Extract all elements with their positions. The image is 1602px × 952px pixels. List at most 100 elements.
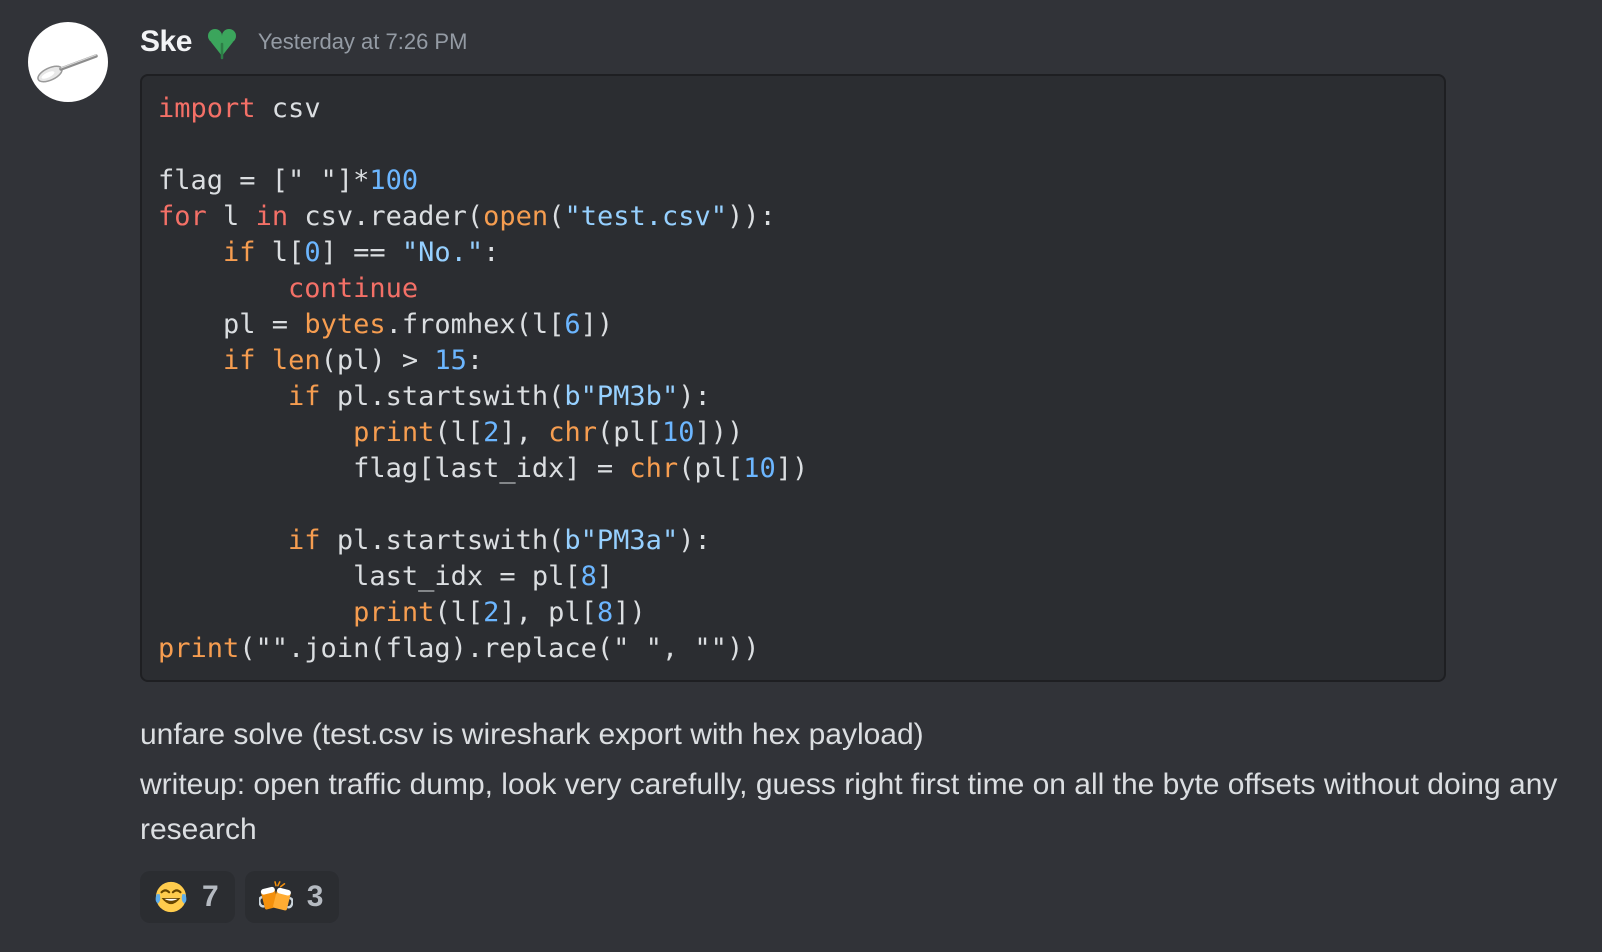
code-block: import csv flag = [" "]*100 for l in csv… [140,74,1446,682]
code-token: ("".join(flag).replace(" ", "")) [239,633,760,664]
message-text: writeup: open traffic dump, look very ca… [140,768,1558,846]
code-token: 10 [743,453,776,484]
code-token: ]) [775,453,809,484]
code-token: )): [727,201,776,232]
code-token: "test.csv" [564,201,728,232]
code-token: bytes [304,309,386,340]
code-token: "No." [401,237,484,268]
code-token: print [158,633,240,664]
code-line: print("".join(flag).replace(" ", "")) [158,633,759,664]
code-token: ): [678,525,711,556]
code-token: 2 [483,417,500,448]
code-token: ]) [613,597,646,628]
code-token: ], [499,417,549,448]
code-token: print [353,417,435,448]
code-token: b"PM3a" [564,525,679,556]
code-token: for [158,201,207,232]
code-token: ]) [580,309,614,340]
code-token: pl = [158,309,305,340]
clover-role-icon[interactable] [202,22,242,62]
code-line: flag[last_idx] = chr(pl[10]) [158,453,808,484]
code-token: 10 [662,417,695,448]
code-token: open [483,201,549,232]
code-token: csv.reader( [288,201,484,232]
code-token: .fromhex(l[ [385,309,565,340]
code-token: flag = [" "]* [158,165,370,196]
code-token: in [255,201,289,232]
code-token: ])) [694,417,744,448]
code-token: 8 [580,561,597,592]
reactions-bar: 7 3 [140,871,340,923]
code-token: len [271,345,321,376]
avatar[interactable] [28,22,108,102]
code-token: : [466,345,484,376]
message-header: Ske Yesterday at 7:26 PM [140,20,467,64]
chat-message: Ske Yesterday at 7:26 PM import csv flag… [0,0,1602,952]
code-token: l[ [255,237,305,268]
code-line: if pl.startswith(b"PM3b"): [158,381,711,412]
code-token: b"PM3b" [564,381,679,412]
code-line: if len(pl) > 15: [158,345,483,376]
code-token: flag[last_idx] = [158,453,630,484]
code-token: ] == [320,237,402,268]
code-token: pl.startswith( [320,525,565,556]
code-line: last_idx = pl[8] [158,561,613,592]
code-token: if [223,345,256,376]
code-token: (pl) > [320,345,435,376]
code-token: (pl[ [678,453,744,484]
joy-emoji-icon [154,880,188,914]
reaction-joy[interactable]: 7 [140,871,235,923]
timestamp[interactable]: Yesterday at 7:26 PM [258,29,468,55]
code-token: l [206,201,256,232]
code-token: continue [288,273,419,304]
code-token: if [288,381,321,412]
code-token: 100 [369,165,419,196]
code-line: continue [158,273,418,304]
code-line: pl = bytes.fromhex(l[6]) [158,309,613,340]
code-token: if [288,525,321,556]
code-token: (pl[ [596,417,662,448]
code-token: chr [548,417,597,448]
code-token: import [158,93,256,124]
code-token: last_idx = pl[ [158,561,581,592]
reaction-beers[interactable]: 3 [244,871,340,923]
code-line: flag = [" "]*100 [158,165,418,196]
code-token: 2 [483,597,500,628]
code-line: import csv [158,93,321,124]
code-token: ): [678,381,711,412]
code-token: ], pl[ [499,597,597,628]
code-token: (l[ [434,417,484,448]
code-token: csv [255,93,321,124]
username[interactable]: Ske [140,25,192,59]
code-token: : [483,237,500,268]
code-token: if [223,237,256,268]
code-line: print(l[2], pl[8]) [158,597,646,628]
code-token: 8 [596,597,614,628]
spoon-icon [37,54,98,83]
code-line: print(l[2], chr(pl[10])) [158,417,743,448]
code-token: print [353,597,435,628]
code-line: if l[0] == "No.": [158,237,499,268]
code-token: 15 [434,345,467,376]
code-line: for l in csv.reader(open("test.csv")): [158,201,776,232]
code-token: (l[ [434,597,484,628]
code-content: import csv flag = [" "]*100 for l in csv… [142,76,1444,667]
reaction-count: 3 [306,880,324,913]
code-token: ] [596,561,614,592]
code-line: if pl.startswith(b"PM3a"): [158,525,711,556]
code-token: ( [548,201,565,232]
code-token: pl.startswith( [320,381,565,412]
code-token: chr [629,453,679,484]
reaction-count: 7 [202,880,219,913]
code-token: 0 [304,237,321,268]
beers-emoji-icon [258,880,293,914]
code-token: 6 [564,309,581,340]
